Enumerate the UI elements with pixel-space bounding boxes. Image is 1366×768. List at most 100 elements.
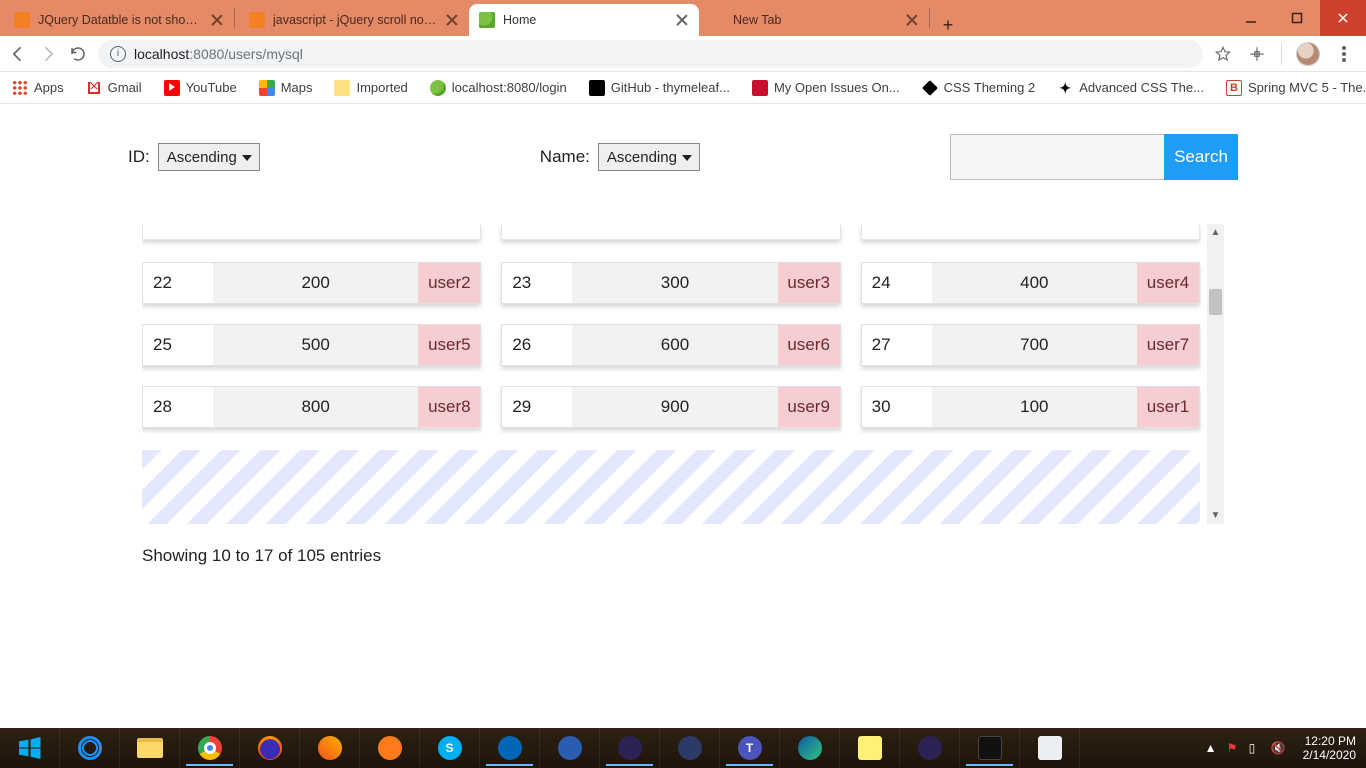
close-icon[interactable]	[905, 13, 919, 27]
reload-button[interactable]	[68, 44, 88, 64]
card-user: user5	[418, 325, 480, 365]
close-window-button[interactable]	[1320, 0, 1366, 36]
back-button[interactable]	[8, 44, 28, 64]
app-icon	[1038, 736, 1062, 760]
taskbar-thunderbird[interactable]	[540, 728, 600, 768]
card-value: 800	[213, 387, 418, 427]
tray-network-icon[interactable]: ▯	[1249, 741, 1263, 755]
scroll-thumb[interactable]	[1209, 289, 1222, 315]
result-card[interactable]: 24400user4	[861, 262, 1200, 304]
start-button[interactable]	[0, 728, 60, 768]
tray-chevron-up-icon[interactable]: ▲	[1205, 741, 1219, 755]
bookmark-label: My Open Issues On...	[774, 80, 900, 95]
card-id: 25	[143, 325, 213, 365]
app-icon	[678, 736, 702, 760]
card-id: 28	[143, 387, 213, 427]
scroll-track[interactable]	[1207, 241, 1224, 507]
vertical-scrollbar[interactable]: ▲ ▼	[1207, 224, 1224, 524]
tab-jquery-scroll[interactable]: javascript - jQuery scroll not work	[239, 4, 469, 36]
result-card[interactable]: 30100user1	[861, 386, 1200, 428]
taskbar-vscode[interactable]	[480, 728, 540, 768]
tab-home[interactable]: Home	[469, 4, 699, 36]
taskbar-firefox[interactable]	[240, 728, 300, 768]
header-row	[142, 224, 1200, 240]
taskbar-app[interactable]	[360, 728, 420, 768]
bookmark-label: CSS Theming 2	[944, 80, 1036, 95]
close-icon[interactable]	[445, 13, 459, 27]
scroll-down-arrow-icon[interactable]: ▼	[1207, 507, 1224, 524]
tray-volume-muted-icon[interactable]: 🔇	[1271, 741, 1285, 755]
site-info-icon[interactable]: i	[110, 46, 126, 62]
search-button[interactable]: Search	[1164, 134, 1238, 180]
name-sort-select[interactable]: Ascending	[598, 143, 700, 171]
taskbar-eclipse[interactable]	[600, 728, 660, 768]
taskbar-app[interactable]	[300, 728, 360, 768]
id-label: ID:	[128, 147, 150, 167]
minimize-button[interactable]	[1228, 0, 1274, 36]
profile-avatar[interactable]	[1296, 42, 1320, 66]
result-card[interactable]: 25500user5	[142, 324, 481, 366]
tray-flag-icon[interactable]: ⚑	[1227, 741, 1241, 755]
taskbar-terminal[interactable]	[960, 728, 1020, 768]
bookmark-apps[interactable]: Apps	[12, 80, 64, 96]
taskbar-ie[interactable]	[60, 728, 120, 768]
bookmark-label: localhost:8080/login	[452, 80, 567, 95]
result-card[interactable]: 22200user2	[142, 262, 481, 304]
close-icon[interactable]	[210, 13, 224, 27]
id-sort-select[interactable]: Ascending	[158, 143, 260, 171]
taskbar-eclipse-2[interactable]	[900, 728, 960, 768]
search-group: Search	[950, 134, 1238, 180]
search-input[interactable]	[950, 134, 1164, 180]
new-tab-button[interactable]: +	[934, 15, 962, 36]
star-bookmark-icon[interactable]	[1213, 44, 1233, 64]
bookmark-imported[interactable]: Imported	[334, 80, 407, 96]
menu-button[interactable]	[1334, 44, 1354, 64]
forward-button[interactable]	[38, 44, 58, 64]
taskbar-skype[interactable]: S	[420, 728, 480, 768]
system-tray[interactable]: ▲ ⚑ ▯ 🔇 12:20 PM 2/14/2020	[1195, 728, 1366, 768]
eclipse-icon	[918, 736, 942, 760]
bookmark-youtube[interactable]: YouTube	[164, 80, 237, 96]
bookmark-spring-mvc[interactable]: B Spring MVC 5 - The...	[1226, 80, 1366, 96]
maximize-button[interactable]	[1274, 0, 1320, 36]
card-user: user8	[418, 387, 480, 427]
bookmark-advanced-css[interactable]: ✦ Advanced CSS The...	[1057, 80, 1204, 96]
result-card[interactable]: 28800user8	[142, 386, 481, 428]
browser-tabs: JQuery Datatble is not showing d javascr…	[0, 0, 1228, 36]
card-value: 400	[932, 263, 1137, 303]
card-user: user1	[1137, 387, 1199, 427]
card-user: user7	[1137, 325, 1199, 365]
result-card[interactable]: 27700user7	[861, 324, 1200, 366]
result-card[interactable]: 26600user6	[501, 324, 840, 366]
bookmark-open-issues[interactable]: My Open Issues On...	[752, 80, 900, 96]
card-value: 500	[213, 325, 418, 365]
card-user: user9	[778, 387, 840, 427]
card-value: 200	[213, 263, 418, 303]
taskbar-clock[interactable]: 12:20 PM 2/14/2020	[1293, 734, 1356, 762]
eclipse-icon	[618, 736, 642, 760]
taskbar-sticky-notes[interactable]	[840, 728, 900, 768]
blank-icon	[709, 12, 725, 28]
card-id: 24	[862, 263, 932, 303]
bookmark-css-theming[interactable]: CSS Theming 2	[922, 80, 1036, 96]
card-user: user3	[778, 263, 840, 303]
result-card[interactable]: 23300user3	[501, 262, 840, 304]
taskbar-app[interactable]	[660, 728, 720, 768]
taskbar-teams[interactable]: T	[720, 728, 780, 768]
card-id: 27	[862, 325, 932, 365]
close-icon[interactable]	[675, 13, 689, 27]
extension-icon[interactable]	[1247, 44, 1267, 64]
bookmark-maps[interactable]: Maps	[259, 80, 313, 96]
scroll-up-arrow-icon[interactable]: ▲	[1207, 224, 1224, 241]
bookmark-gmail[interactable]: Gmail	[86, 80, 142, 96]
bookmark-github[interactable]: GitHub - thymeleaf...	[589, 80, 730, 96]
result-card[interactable]: 29900user9	[501, 386, 840, 428]
bookmark-localhost-login[interactable]: localhost:8080/login	[430, 80, 567, 96]
taskbar-edge[interactable]	[780, 728, 840, 768]
taskbar-chrome[interactable]	[180, 728, 240, 768]
tab-new-tab[interactable]: New Tab	[699, 4, 929, 36]
tab-jquery-datatable[interactable]: JQuery Datatble is not showing d	[4, 4, 234, 36]
address-bar[interactable]: i localhost:8080/users/mysql	[98, 40, 1203, 68]
taskbar-app[interactable]	[1020, 728, 1080, 768]
taskbar-explorer[interactable]	[120, 728, 180, 768]
